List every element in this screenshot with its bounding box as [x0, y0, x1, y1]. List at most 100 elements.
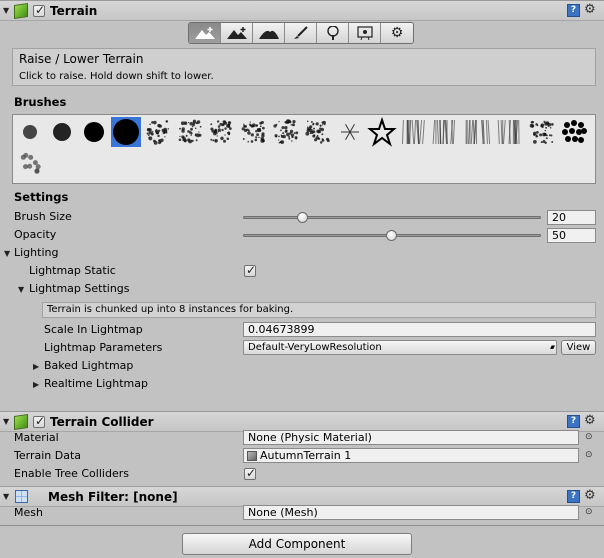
brush-swatch[interactable] — [335, 117, 365, 147]
raise-lower-tool-button[interactable] — [189, 23, 221, 43]
help-icon[interactable]: ? — [567, 490, 580, 503]
lightmap-parameters-value: Default-VeryLowResolution — [248, 342, 382, 353]
enable-tree-colliders-label: Enable Tree Colliders — [14, 467, 129, 480]
brush-swatch[interactable] — [495, 117, 525, 147]
help-icon[interactable]: ? — [567, 4, 580, 17]
brush-size-slider[interactable] — [243, 216, 541, 219]
brush-swatch[interactable] — [239, 117, 269, 147]
terrain-data-label: Terrain Data — [14, 449, 81, 462]
terrain-enabled-checkbox[interactable]: ✓ — [33, 3, 45, 17]
help-icon[interactable]: ? — [567, 415, 580, 428]
brush-size-field[interactable]: 20 — [547, 210, 596, 225]
place-trees-tool-button[interactable] — [317, 23, 349, 43]
brush-swatch[interactable] — [111, 117, 141, 147]
baking-notice: Terrain is chunked up into 8 instances f… — [42, 302, 596, 318]
brush-shape-icon — [84, 122, 104, 142]
gear-icon[interactable]: ⚙ — [584, 488, 596, 503]
add-component-button[interactable]: Add Component — [182, 533, 412, 555]
scale-in-lightmap-field[interactable]: 0.04673899 — [243, 322, 596, 337]
terrain-collider-foldout-arrow[interactable]: ▼ — [3, 417, 9, 426]
brush-swatch[interactable] — [15, 149, 45, 179]
tool-title: Raise / Lower Terrain — [19, 52, 144, 66]
brush-swatch[interactable] — [431, 117, 461, 147]
brush-swatch[interactable] — [47, 117, 77, 147]
baked-lightmap-foldout-arrow[interactable]: ▶ — [33, 362, 39, 371]
brush-shape-icon — [23, 125, 37, 139]
terrain-title: Terrain — [50, 4, 98, 18]
terrain-collider-title: Terrain Collider — [50, 415, 154, 429]
lightmap-parameters-dropdown[interactable]: Default-VeryLowResolution ▴▾ — [243, 340, 557, 355]
brush-size-slider-thumb[interactable] — [296, 212, 308, 223]
gear-icon[interactable]: ⚙ — [584, 2, 596, 17]
brush-swatch[interactable] — [271, 117, 301, 147]
terrain-collider-enabled-checkbox[interactable]: ✓ — [33, 414, 45, 428]
brush-swatch[interactable] — [367, 116, 397, 147]
brush-swatch[interactable] — [399, 117, 429, 147]
terrain-tool-bar: ⚙ — [188, 22, 414, 44]
opacity-field[interactable]: 50 — [547, 228, 596, 243]
brush-shape-icon — [20, 152, 41, 174]
mesh-field[interactable]: None (Mesh) — [243, 505, 579, 520]
lighting-label[interactable]: Lighting — [14, 246, 58, 259]
mesh-filter-title: Mesh Filter: [none] — [48, 490, 178, 504]
brush-swatch[interactable] — [207, 117, 237, 147]
flower-icon — [356, 26, 373, 40]
paint-height-tool-button[interactable] — [221, 23, 253, 43]
paintbrush-icon — [293, 26, 308, 39]
realtime-lightmap-label[interactable]: Realtime Lightmap — [44, 377, 148, 390]
brush-shape-icon — [146, 120, 170, 145]
tool-hint: Click to raise. Hold down shift to lower… — [19, 71, 214, 82]
opacity-slider-thumb[interactable] — [386, 230, 397, 241]
lightmap-settings-label[interactable]: Lightmap Settings — [29, 282, 130, 295]
opacity-label: Opacity — [14, 228, 57, 241]
scale-in-lightmap-label: Scale In Lightmap — [44, 323, 143, 336]
mountain-smooth-icon — [258, 30, 279, 39]
material-field[interactable]: None (Physic Material) — [243, 430, 579, 445]
lightmap-parameters-label: Lightmap Parameters — [44, 341, 163, 354]
gear-icon[interactable]: ⚙ — [584, 413, 596, 428]
baked-lightmap-label[interactable]: Baked Lightmap — [44, 359, 133, 372]
object-picker-icon[interactable]: ⊙ — [585, 450, 593, 460]
brush-shape-icon — [497, 119, 520, 145]
smooth-height-tool-button[interactable] — [253, 23, 285, 43]
object-picker-icon[interactable]: ⊙ — [585, 432, 593, 442]
gear-icon: ⚙ — [390, 25, 404, 41]
mesh-filter-header[interactable]: ▼ Mesh Filter: [none] ? ⚙ — [0, 486, 604, 507]
terrain-component-header[interactable]: ▼ ✓ Terrain ? ⚙ — [0, 0, 604, 21]
brush-shape-icon — [53, 123, 71, 141]
brush-palette — [12, 114, 596, 184]
mesh-filter-foldout-arrow[interactable]: ▼ — [3, 492, 9, 501]
terrain-data-value: AutumnTerrain 1 — [260, 449, 352, 462]
brush-swatch[interactable] — [527, 117, 557, 147]
material-label: Material — [14, 431, 59, 444]
enable-tree-colliders-checkbox[interactable]: ✓ — [244, 466, 256, 480]
brush-swatch[interactable] — [559, 117, 589, 147]
brush-swatch[interactable] — [175, 117, 205, 147]
lighting-foldout-arrow[interactable]: ▼ — [4, 249, 10, 258]
brush-shape-icon — [113, 119, 139, 145]
brush-shape-icon — [305, 120, 330, 144]
lightmap-view-button[interactable]: View — [561, 340, 596, 355]
brush-swatch[interactable] — [143, 117, 173, 147]
brush-shape-icon — [178, 119, 202, 144]
terrain-foldout-arrow[interactable]: ▼ — [3, 6, 9, 15]
brush-swatch[interactable] — [463, 117, 493, 147]
paint-details-tool-button[interactable] — [349, 23, 381, 43]
brush-swatch[interactable] — [303, 117, 333, 147]
brush-shape-icon — [401, 119, 425, 145]
brush-shape-icon — [432, 119, 455, 145]
terrain-settings-tool-button[interactable]: ⚙ — [381, 23, 413, 43]
realtime-lightmap-foldout-arrow[interactable]: ▶ — [33, 380, 39, 389]
brush-shape-icon — [367, 116, 397, 147]
paint-texture-tool-button[interactable] — [285, 23, 317, 43]
dropdown-arrows-icon: ▴▾ — [549, 343, 555, 351]
terrain-data-field[interactable]: AutumnTerrain 1 — [243, 448, 579, 463]
lightmap-settings-foldout-arrow[interactable]: ▼ — [18, 285, 24, 294]
lightmap-static-checkbox[interactable]: ✓ — [244, 263, 257, 277]
terrain-asset-icon — [247, 451, 257, 461]
object-picker-icon[interactable]: ⊙ — [585, 507, 593, 517]
check-icon: ✓ — [246, 263, 257, 277]
brush-swatch[interactable] — [79, 117, 109, 147]
terrain-collider-header[interactable]: ▼ ✓ Terrain Collider ? ⚙ — [0, 411, 604, 432]
brush-swatch[interactable] — [15, 117, 45, 147]
